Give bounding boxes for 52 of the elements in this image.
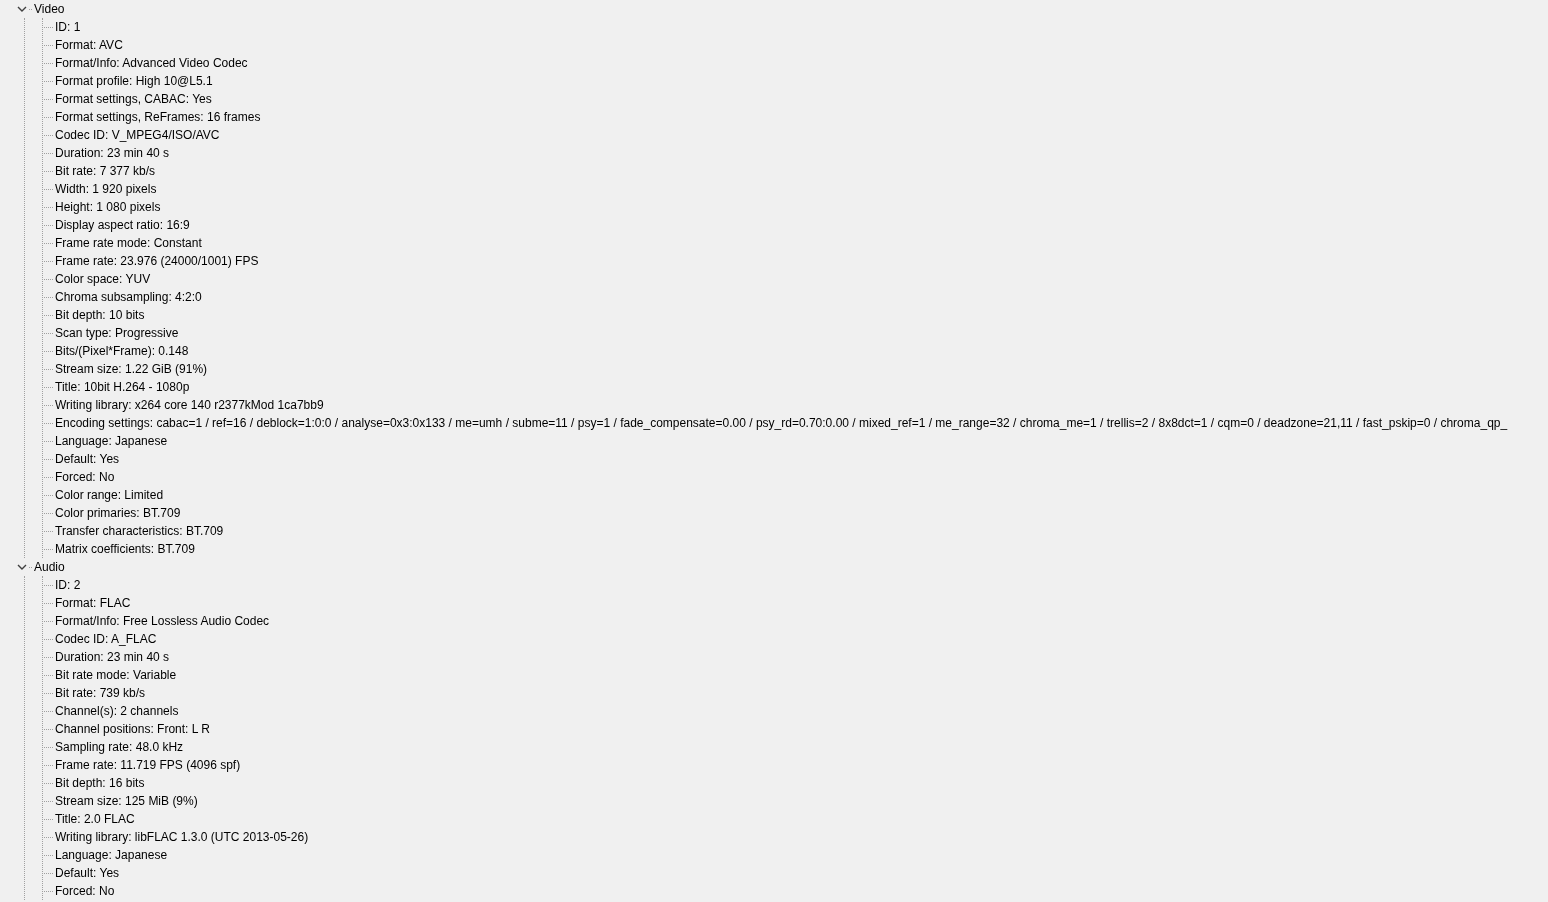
tree-item-label[interactable]: Color primaries: BT.709 [54, 504, 182, 522]
tree-item-label[interactable]: Scan type: Progressive [54, 324, 180, 342]
tree-item-label[interactable]: Height: 1 080 pixels [54, 198, 162, 216]
tree-item-label[interactable]: Encoding settings: cabac=1 / ref=16 / deblock=1:0:0 / analyse=0x3:0x133 / me=umh / subme=11 / psy=1 / fade_compensate=0.00 / psy_rd=0.70:0.00 / mixed_ref=1 / me_range=32 / chroma_me=1 / trellis=2 / 8x8dct=1 / cqm=0 / deadzone=21,11 / fast_pskip=0 / chroma_qp_ [54, 414, 1509, 432]
tree-item-label[interactable]: Format/Info: Free Lossless Audio Codec [54, 612, 271, 630]
tree-node-label[interactable]: Audio [33, 558, 66, 576]
tree-item-label[interactable]: Language: Japanese [54, 846, 169, 864]
tree-item-label[interactable]: Bit rate mode: Variable [54, 666, 178, 684]
tree-item-label[interactable]: Duration: 23 min 40 s [54, 144, 171, 162]
tree-item-label[interactable]: Title: 2.0 FLAC [54, 810, 136, 828]
tree-item-label[interactable]: Frame rate mode: Constant [54, 234, 203, 252]
tree-item-label[interactable]: Chroma subsampling: 4:2:0 [54, 288, 203, 306]
tree-item-label[interactable]: Format profile: High 10@L5.1 [54, 72, 214, 90]
tree-item-label[interactable]: Title: 10bit H.264 - 1080p [54, 378, 191, 396]
tree-item-label[interactable]: Forced: No [54, 882, 116, 900]
tree-item-label[interactable]: Format settings, CABAC: Yes [54, 90, 213, 108]
tree-item-label[interactable]: ID: 1 [54, 18, 82, 36]
tree-item-label[interactable]: Stream size: 1.22 GiB (91%) [54, 360, 209, 378]
tree-item-label[interactable]: Format: AVC [54, 36, 124, 54]
tree-item-label[interactable]: Bit rate: 739 kb/s [54, 684, 147, 702]
tree-item-label[interactable]: ID: 2 [54, 576, 82, 594]
tree-item-label[interactable]: Writing library: x264 core 140 r2377kMod 1ca7bb9 [54, 396, 325, 414]
chevron-icon [17, 4, 27, 14]
tree-item-label[interactable]: Forced: No [54, 468, 116, 486]
tree-item-label[interactable]: Default: Yes [54, 450, 121, 468]
tree-item-label[interactable]: Sampling rate: 48.0 kHz [54, 738, 185, 756]
tree-item-label[interactable]: Color space: YUV [54, 270, 152, 288]
tree-item-label[interactable]: Width: 1 920 pixels [54, 180, 158, 198]
tree-item-label[interactable]: Matrix coefficients: BT.709 [54, 540, 196, 558]
tree-item-label[interactable]: Channel(s): 2 channels [54, 702, 180, 720]
tree-item-label[interactable]: Display aspect ratio: 16:9 [54, 216, 191, 234]
tree-node-label[interactable]: Video [33, 0, 66, 18]
tree-item-label[interactable]: Transfer characteristics: BT.709 [54, 522, 225, 540]
tree-item-label[interactable]: Bit depth: 16 bits [54, 774, 146, 792]
chevron-icon [17, 562, 27, 572]
tree-item-label[interactable]: Frame rate: 23.976 (24000/1001) FPS [54, 252, 260, 270]
tree-item-label[interactable]: Channel positions: Front: L R [54, 720, 211, 738]
tree-item-label[interactable]: Frame rate: 11.719 FPS (4096 spf) [54, 756, 242, 774]
tree-item-label[interactable]: Writing library: libFLAC 1.3.0 (UTC 2013-05-26) [54, 828, 310, 846]
tree-item-label[interactable]: Format/Info: Advanced Video Codec [54, 54, 249, 72]
tree-item-label[interactable]: Language: Japanese [54, 432, 169, 450]
tree-item-label[interactable]: Duration: 23 min 40 s [54, 648, 171, 666]
tree-item-label[interactable]: Format settings, ReFrames: 16 frames [54, 108, 262, 126]
tree-item-label[interactable]: Format: FLAC [54, 594, 132, 612]
tree-item-label[interactable]: Stream size: 125 MiB (9%) [54, 792, 199, 810]
tree-item-label[interactable]: Bits/(Pixel*Frame): 0.148 [54, 342, 190, 360]
tree-item-label[interactable]: Default: Yes [54, 864, 121, 882]
tree-item-label[interactable]: Codec ID: A_FLAC [54, 630, 158, 648]
tree-item-label[interactable]: Bit rate: 7 377 kb/s [54, 162, 157, 180]
tree-item-label[interactable]: Codec ID: V_MPEG4/ISO/AVC [54, 126, 221, 144]
tree-item-label[interactable]: Color range: Limited [54, 486, 165, 504]
tree-item-label[interactable]: Bit depth: 10 bits [54, 306, 146, 324]
